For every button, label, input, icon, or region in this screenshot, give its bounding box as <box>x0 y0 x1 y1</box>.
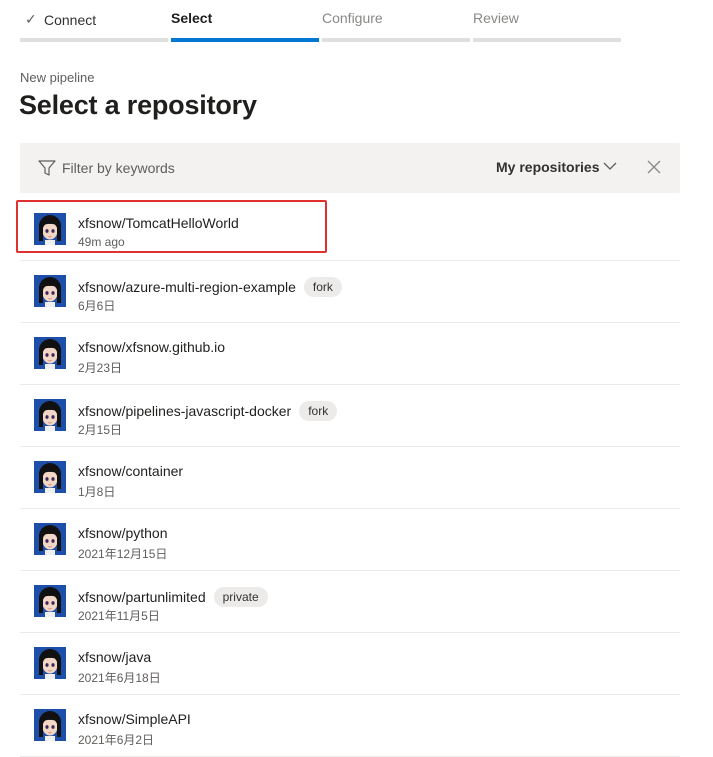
repository-updated-date: 2月23日 <box>78 361 123 375</box>
repository-name-text: xfsnow/azure-multi-region-example <box>78 279 296 295</box>
avatar <box>34 461 66 493</box>
funnel-icon <box>38 160 56 176</box>
avatar <box>34 213 66 245</box>
repository-name[interactable]: xfsnow/python <box>78 525 168 541</box>
repository-name[interactable]: xfsnow/partunlimited private <box>78 587 268 607</box>
repository-row[interactable]: xfsnow/java 2021年6月18日 <box>20 633 680 695</box>
step-progress-bar <box>322 38 470 42</box>
repository-name-text: xfsnow/python <box>78 525 168 541</box>
repository-row[interactable]: xfsnow/container 1月8日 <box>20 447 680 509</box>
repository-row[interactable]: xfsnow/xfsnow.github.io 2月23日 <box>20 323 680 385</box>
avatar <box>34 337 66 369</box>
filter-input[interactable] <box>62 157 362 179</box>
step-configure[interactable]: Configure <box>322 0 470 42</box>
repository-scope-dropdown[interactable]: My repositories <box>496 159 599 175</box>
step-review[interactable]: Review <box>473 0 621 42</box>
step-select[interactable]: Select <box>171 0 319 42</box>
step-progress-bar <box>20 38 168 42</box>
repository-badge: private <box>213 587 268 607</box>
repository-updated-date: 2021年11月5日 <box>78 609 160 623</box>
repository-list: xfsnow/TomcatHelloWorld 49m ago xfsnow/a… <box>16 199 680 757</box>
step-progress-bar <box>171 38 319 42</box>
avatar <box>34 709 66 741</box>
step-progress-bar <box>473 38 621 42</box>
repository-updated-date: 2021年6月18日 <box>78 671 161 685</box>
repository-updated-date: 2月15日 <box>78 423 123 437</box>
repository-name[interactable]: xfsnow/azure-multi-region-example fork <box>78 277 342 297</box>
repository-name[interactable]: xfsnow/container <box>78 463 183 479</box>
repository-badge: fork <box>303 277 342 297</box>
avatar <box>34 399 66 431</box>
repository-name[interactable]: xfsnow/TomcatHelloWorld <box>78 215 239 231</box>
repository-row[interactable]: xfsnow/TomcatHelloWorld 49m ago <box>16 199 680 261</box>
repository-name-text: xfsnow/xfsnow.github.io <box>78 339 226 355</box>
step-label: Connect <box>44 12 97 28</box>
repository-updated-date: 49m ago <box>78 235 125 249</box>
repository-name[interactable]: xfsnow/xfsnow.github.io <box>78 339 225 355</box>
step-connect[interactable]: ✓ Connect <box>20 0 168 42</box>
wizard-steps: ✓ Connect Select Configure Review <box>20 0 623 44</box>
repository-updated-date: 1月8日 <box>78 485 116 499</box>
repository-row[interactable]: xfsnow/python 2021年12月15日 <box>20 509 680 571</box>
filter-bar: My repositories <box>20 143 680 193</box>
repository-updated-date: 2021年6月2日 <box>78 733 155 747</box>
repository-name-text: xfsnow/SimpleAPI <box>78 711 191 727</box>
repository-name-text: xfsnow/container <box>78 463 184 479</box>
step-label: Configure <box>322 10 383 26</box>
avatar <box>34 647 66 679</box>
repository-name-text: xfsnow/TomcatHelloWorld <box>78 215 239 231</box>
avatar <box>34 585 66 617</box>
page-subtitle: New pipeline <box>20 70 95 85</box>
repository-name[interactable]: xfsnow/pipelines-javascript-docker fork <box>78 401 338 421</box>
page-title: Select a repository <box>19 90 257 120</box>
repository-name-text: xfsnow/partunlimited <box>78 589 206 605</box>
repository-name[interactable]: xfsnow/SimpleAPI <box>78 711 191 727</box>
repository-row[interactable]: xfsnow/pipelines-javascript-docker fork 2… <box>20 385 680 447</box>
repository-name[interactable]: xfsnow/java <box>78 649 151 665</box>
step-label: Select <box>171 10 213 26</box>
avatar <box>34 523 66 555</box>
repository-name-text: xfsnow/pipelines-javascript-docker <box>78 403 292 419</box>
step-label: Review <box>473 10 519 26</box>
repository-updated-date: 6月6日 <box>78 299 116 313</box>
repository-row[interactable]: xfsnow/partunlimited private 2021年11月5日 <box>20 571 680 633</box>
close-icon[interactable] <box>647 160 661 174</box>
avatar <box>34 275 66 307</box>
repository-name-text: xfsnow/java <box>78 649 152 665</box>
chevron-down-icon[interactable] <box>603 161 617 171</box>
repository-row[interactable]: xfsnow/azure-multi-region-example fork 6月… <box>20 261 680 323</box>
repository-updated-date: 2021年12月15日 <box>78 547 168 561</box>
checkmark-icon: ✓ <box>25 11 37 27</box>
repository-badge: fork <box>299 401 338 421</box>
